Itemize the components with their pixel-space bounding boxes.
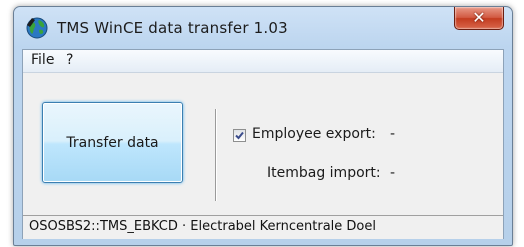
client-area: File ? Transfer data Employee export: - … — [22, 49, 504, 239]
employee-export-checkbox[interactable] — [233, 129, 246, 142]
close-button[interactable]: ✕ — [454, 7, 504, 30]
transfer-data-button[interactable]: Transfer data — [42, 102, 183, 183]
status-bar: OSOSBS2::TMS_EBKCD · Electrabel Kerncent… — [23, 215, 503, 239]
vertical-divider — [215, 109, 217, 201]
window-title: TMS WinCE data transfer 1.03 — [57, 19, 288, 37]
menu-help[interactable]: ? — [66, 52, 73, 68]
employee-export-value: - — [390, 126, 396, 142]
employee-export-label: Employee export: — [252, 126, 376, 142]
globe-icon — [26, 17, 48, 39]
menu-file[interactable]: File — [31, 52, 54, 68]
itembag-import-label: Itembag import: — [267, 165, 381, 181]
itembag-import-value: - — [390, 165, 396, 181]
status-text: OSOSBS2::TMS_EBKCD · Electrabel Kerncent… — [29, 219, 376, 234]
app-window: TMS WinCE data transfer 1.03 ✕ File ? Tr… — [13, 6, 513, 246]
menu-bar: File ? — [23, 50, 503, 73]
close-icon: ✕ — [472, 8, 486, 27]
title-bar[interactable]: TMS WinCE data transfer 1.03 ✕ — [14, 7, 512, 49]
checkmark-icon — [235, 131, 244, 140]
